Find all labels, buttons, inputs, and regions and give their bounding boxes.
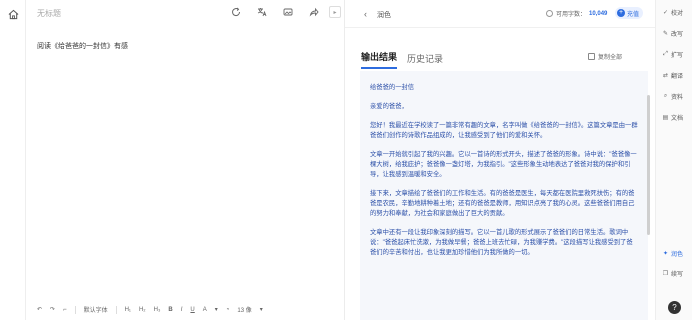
result-content[interactable]: 给爸爸的一封信 亲爱的爸爸， 您好！我最近在学校读了一篇非常有趣的文章，名字叫做…	[360, 71, 648, 320]
tab-output[interactable]: 输出结果	[361, 50, 398, 69]
search-icon: ⌕	[663, 93, 668, 99]
copy-all-label: 复制全部	[598, 55, 623, 61]
rail-item-label: 改写	[671, 32, 684, 38]
help-button[interactable]: ?	[668, 301, 681, 314]
rail-item-translate[interactable]: ⇄ 翻译	[662, 71, 683, 80]
rail-item-label: 扩写	[671, 53, 684, 59]
divider	[74, 305, 76, 314]
heading2-button[interactable]: H₂	[139, 307, 146, 313]
heading3-button[interactable]: H₃	[154, 307, 161, 313]
document-icon: ▤	[662, 115, 669, 121]
rail-item-label: 续写	[671, 272, 684, 278]
home-icon[interactable]	[8, 9, 19, 20]
continue-icon: ❐	[662, 271, 669, 277]
rail-item-continue[interactable]: ❐ 续写	[662, 269, 683, 278]
copy-all-button[interactable]: 复制全部	[588, 52, 622, 61]
rail-item-label: 资料	[671, 95, 684, 101]
rail-item-expand[interactable]: ⤢ 扩写	[662, 50, 683, 59]
quota-display: 可用字数： 10,049	[546, 9, 607, 18]
quota-value: 10,049	[589, 10, 608, 17]
rail-item-label: 润色	[671, 252, 684, 258]
translate-icon[interactable]	[256, 6, 268, 18]
refresh-icon[interactable]	[230, 6, 242, 18]
back-arrow-icon[interactable]: ‹	[364, 9, 367, 19]
divider	[115, 305, 117, 314]
heading1-button[interactable]: H₁	[125, 307, 131, 313]
rail-item-polish[interactable]: ✦ 润色	[662, 249, 683, 258]
document-body[interactable]: 阅读《给爸爸的一封信》有感	[37, 41, 128, 51]
share-icon[interactable]	[308, 6, 320, 18]
collapse-panel-button[interactable]: ▸	[329, 6, 341, 18]
tab-history[interactable]: 历史记录	[407, 52, 443, 69]
panel-title: 润色	[377, 12, 391, 19]
result-paragraph: 文章中还有一段让我印象深刻的描写。它以一首儿歌的形式展示了爸爸们的日常生活。歌词…	[370, 229, 633, 256]
bulb-icon: ✦	[662, 251, 669, 257]
plus-icon: +	[617, 9, 625, 17]
editor-toolbar	[230, 6, 320, 18]
document-title-input[interactable]: 无标题	[37, 8, 61, 19]
editor: 无标题 阅读《给爸爸的一封信》有感	[26, 0, 344, 320]
recharge-button[interactable]: + 充值	[615, 7, 644, 19]
expand-icon: ⤢	[663, 51, 668, 57]
check-icon: ✓	[662, 10, 669, 16]
quota-label: 可用字数：	[556, 12, 587, 18]
text-color-button[interactable]: A	[203, 307, 207, 313]
left-rail	[0, 0, 26, 320]
chevron-down-icon[interactable]: ▾	[260, 306, 263, 313]
rail-item-documents[interactable]: ▤ 文档	[662, 113, 683, 122]
rail-item-label: 文档	[671, 116, 684, 122]
result-paragraph: 给爸爸的一封信	[370, 84, 415, 91]
underline-button[interactable]: U	[190, 307, 194, 313]
result-tabs: 输出结果 历史记录	[361, 50, 443, 69]
undo-icon[interactable]: ↶	[37, 306, 42, 313]
result-paragraph: 文章一开始就引起了我的兴趣。它以一首诗的形式开头，描述了爸爸的形象。诗中说："爸…	[370, 151, 637, 178]
rewrite-icon: ✎	[662, 31, 669, 37]
rail-item-label: 校对	[671, 11, 684, 17]
font-family-select[interactable]: 默认字体	[84, 305, 108, 314]
font-size-select[interactable]: 13 像	[237, 305, 251, 314]
image-icon[interactable]	[282, 6, 294, 18]
result-paragraph: 您好！我最近在学校读了一篇非常有趣的文章，名字叫做《给爸爸的一封信》。这篇文章是…	[370, 122, 638, 139]
chevron-right-icon: ▸	[333, 9, 337, 16]
copy-icon	[588, 53, 595, 60]
result-paragraph: 亲爱的爸爸，	[370, 103, 408, 110]
result-paragraph: 接下来，文章描绘了爸爸们的工作和生活。有的爸爸是医生，每天都在医院里救死扶伤；有…	[370, 190, 635, 217]
rail-item-rewrite[interactable]: ✎ 改写	[662, 29, 683, 38]
format-toolbar: ↶ ↷ ⌐ 默认字体 H₁ H₂ H₃ B I U A ▾ ◔ 13 像 ▾	[37, 305, 263, 314]
chevron-down-icon[interactable]: ▾	[215, 306, 218, 313]
rail-item-materials[interactable]: ⌕ 资料	[662, 92, 683, 101]
polish-panel: ‹ 润色 可用字数： 10,049 + 充值 输出结果 历史记录 复制全部 给爸…	[344, 0, 656, 320]
panel-header: ‹ 润色 可用字数： 10,049 + 充值	[345, 0, 656, 28]
rail-item-label: 翻译	[671, 74, 684, 80]
rail-item-proofread[interactable]: ✓ 校对	[662, 8, 683, 17]
tools-rail: ✓ 校对 ✎ 改写 ⤢ 扩写 ⇄ 翻译 ⌕ 资料 ▤ 文档 ✦ 润色 ❐ 续写 ?	[655, 0, 692, 320]
italic-button[interactable]: I	[181, 307, 183, 313]
translate-icon: ⇄	[662, 73, 669, 79]
result-scrollbar[interactable]	[647, 95, 650, 235]
clock-icon[interactable]: ◔	[226, 307, 230, 313]
recharge-label: 充值	[627, 11, 640, 18]
clock-icon	[546, 10, 553, 17]
format-painter-icon[interactable]: ⌐	[63, 307, 67, 313]
bold-button[interactable]: B	[168, 307, 172, 313]
redo-icon[interactable]: ↷	[50, 306, 55, 313]
